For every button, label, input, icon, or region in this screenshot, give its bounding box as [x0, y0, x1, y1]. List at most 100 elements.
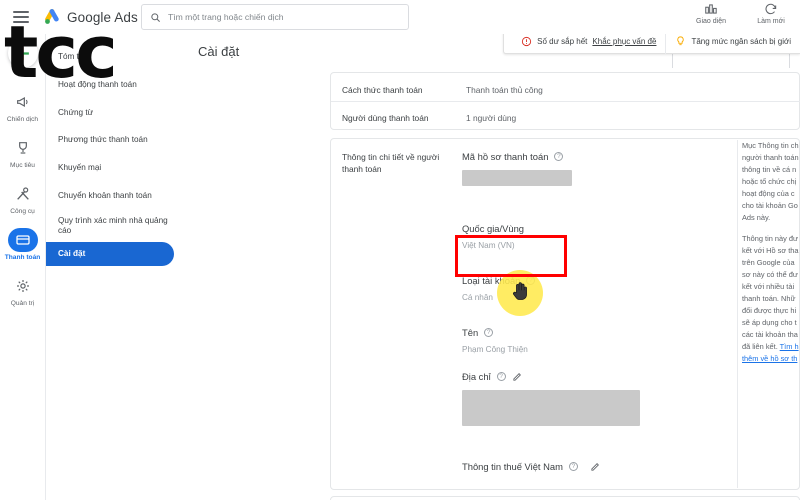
- sidebar-item-summary[interactable]: Tóm tắt: [46, 44, 178, 70]
- rail-label-campaigns: Chiến dịch: [6, 116, 39, 123]
- create-button[interactable]: Tạo: [0, 38, 46, 77]
- field-head-payments-profile-id: Mã hồ sơ thanh toán ?: [462, 151, 572, 162]
- rail-item-admin[interactable]: Quản trị: [0, 274, 46, 307]
- menu-hamburger-icon[interactable]: [13, 11, 29, 23]
- payment-card-icon: [15, 235, 30, 245]
- next-card-partial: [330, 496, 800, 500]
- help-paragraph-1: Mục Thông tin ch người thanh toán thông …: [742, 140, 800, 224]
- field-head-address: Địa chỉ ?: [462, 371, 640, 382]
- help-p1-l3: thông tin về cá n: [742, 164, 797, 174]
- payment-card-icon-wrap: [7, 228, 38, 252]
- help-p2-l8: sẽ áp dụng cho t: [742, 317, 797, 327]
- rail-label-goals: Mục tiêu: [10, 162, 35, 169]
- help-p1-l7: Ads này.: [742, 212, 771, 222]
- sidebar-item-transfers[interactable]: Chuyển khoản thanh toán: [46, 182, 178, 210]
- balance-warning-text: Số dư sắp hết: [537, 36, 588, 46]
- help-column-divider: [737, 140, 738, 488]
- search-placeholder: Tìm một trang hoặc chiến dịch: [168, 12, 284, 22]
- rail-item-campaigns[interactable]: Chiến dịch: [0, 90, 46, 123]
- sidebar-item-settings[interactable]: Cài đặt: [46, 242, 174, 266]
- trophy-icon: [18, 142, 27, 154]
- field-name: Tên ? Phạm Công Thiện: [462, 327, 528, 354]
- help-p2-l6: thanh toán. Nhữ: [742, 293, 796, 303]
- sidebar-label-summary: Tóm tắt: [58, 51, 86, 61]
- payer-details-section-label: Thông tin chi tiết về người thanh toán: [342, 152, 440, 175]
- field-payments-profile-id: Mã hồ sơ thanh toán ?: [462, 151, 572, 186]
- rail-item-tools[interactable]: Công cụ: [0, 182, 46, 215]
- sidebar-item-billing-activity[interactable]: Hoạt động thanh toán: [46, 70, 178, 100]
- help-p1-l5: hoạt động của c: [742, 188, 795, 198]
- summary-divider: [331, 101, 800, 102]
- learn-more-link-part2[interactable]: thêm về hồ sơ th: [742, 354, 797, 363]
- redacted-payments-profile-id: [462, 170, 572, 186]
- field-head-country-region: Quốc gia/Vùng: [462, 223, 524, 234]
- rail-item-goals[interactable]: Mục tiêu: [0, 136, 46, 169]
- hand-pointer-cursor-icon: [513, 282, 527, 300]
- field-country-region: Quốc gia/Vùng Việt Nam (VN): [462, 223, 524, 250]
- sidebar-label-documents: Chứng từ: [58, 107, 94, 117]
- create-fab[interactable]: [7, 38, 38, 68]
- tools-icon-wrap: [8, 182, 38, 206]
- payer-details-card: Thông tin chi tiết về người thanh toán M…: [330, 138, 800, 500]
- help-p2-l1: Thông tin này đư: [742, 233, 798, 243]
- sidebar-label-billing-activity: Hoạt động thanh toán: [58, 79, 137, 89]
- google-ads-logo[interactable]: Google Ads: [43, 8, 138, 26]
- trophy-icon-wrap: [8, 136, 38, 160]
- field-value-country-region: Việt Nam (VN): [462, 241, 515, 250]
- help-icon-payments-profile-id[interactable]: ?: [554, 152, 564, 161]
- sidebar-item-advertiser-verification[interactable]: Quy trình xác minh nhà quảng cáo: [46, 210, 178, 242]
- megaphone-icon: [16, 96, 28, 108]
- help-p1-l2: người thanh toán: [742, 152, 799, 162]
- summary-value-users: 1 người dùng: [466, 113, 517, 123]
- sidebar-label-promotions: Khuyến mại: [58, 162, 102, 172]
- payment-summary-card: Cách thức thanh toán Thanh toán thủ công…: [330, 72, 800, 130]
- left-nav-rail: Tạo Chiến dịch Mục tiêu Công cụ Thanh to…: [0, 34, 46, 500]
- billing-subnav: Tóm tắt Hoạt động thanh toán Chứng từ Ph…: [46, 34, 178, 500]
- warning-circle-icon: [522, 36, 532, 46]
- layout-button[interactable]: Giao diện: [688, 2, 734, 25]
- rail-label-admin: Quản trị: [10, 300, 35, 307]
- rail-item-billing[interactable]: Thanh toán: [0, 228, 46, 261]
- tools-icon: [16, 187, 29, 200]
- field-title-country-region: Quốc gia/Vùng: [462, 223, 525, 234]
- sidebar-label-payment-methods: Phương thức thanh toán: [58, 134, 148, 144]
- sidebar-label-advertiser-verification: Quy trình xác minh nhà quảng cáo: [58, 215, 168, 235]
- gear-icon: [16, 280, 29, 292]
- rail-label-tools: Công cụ: [10, 208, 35, 215]
- help-paragraph-2: Thông tin này đư kết với Hồ sơ tha trên …: [742, 233, 800, 365]
- field-address: Địa chỉ ?: [462, 371, 640, 426]
- summary-label-users: Người dùng thanh toán: [342, 113, 429, 123]
- help-icon-address[interactable]: ?: [496, 372, 506, 381]
- page-title: Cài đặt: [198, 44, 240, 59]
- search-input[interactable]: Tìm một trang hoặc chiến dịch: [141, 4, 409, 30]
- field-value-name: Phạm Công Thiện: [462, 345, 528, 354]
- field-title-address: Địa chỉ: [462, 371, 491, 382]
- learn-more-link-part1[interactable]: Tìm h: [780, 342, 799, 351]
- help-p1-l4: hoặc tổ chức chị: [742, 176, 797, 186]
- help-icon-vietnam-tax-info[interactable]: ?: [568, 462, 578, 471]
- help-p2-l2: kết với Hồ sơ tha: [742, 245, 799, 255]
- fix-issue-link[interactable]: Khắc phục vấn đề: [592, 37, 656, 46]
- sidebar-label-transfers: Chuyển khoản thanh toán: [58, 190, 152, 200]
- sidebar-item-payment-methods[interactable]: Phương thức thanh toán: [46, 126, 178, 154]
- help-p2-l10: đã liên kết.: [742, 341, 778, 351]
- google-ads-settings-screen: Google Ads Tìm một trang hoặc chiến dịch…: [0, 0, 800, 500]
- plus-multicolor-icon: [16, 46, 29, 60]
- budget-tip-text: Tăng mức ngân sách bị giới: [691, 36, 791, 46]
- help-p2-l7: đổi được thực hi: [742, 305, 797, 315]
- field-head-vietnam-tax-info: Thông tin thuế Việt Nam ?: [462, 461, 601, 472]
- help-p2-l3: trên Google của: [742, 257, 795, 267]
- sidebar-item-documents[interactable]: Chứng từ: [46, 100, 178, 126]
- refresh-button[interactable]: Làm mới: [748, 2, 794, 25]
- help-p2-l9: các tài khoản tha: [742, 329, 798, 339]
- edit-pencil-icon-address[interactable]: [512, 371, 523, 382]
- field-title-vietnam-tax-info: Thông tin thuế Việt Nam: [462, 461, 563, 472]
- sidebar-label-settings: Cài đặt: [58, 248, 86, 258]
- summary-row-method: Cách thức thanh toán Thanh toán thủ công: [342, 85, 543, 95]
- sidebar-item-promotions[interactable]: Khuyến mại: [46, 154, 178, 182]
- edit-pencil-icon-vietnam-tax-info[interactable]: [590, 461, 601, 472]
- help-icon-name[interactable]: ?: [484, 328, 494, 337]
- refresh-icon: [765, 3, 777, 15]
- gear-icon-wrap: [8, 274, 38, 298]
- layout-icon: [705, 4, 717, 14]
